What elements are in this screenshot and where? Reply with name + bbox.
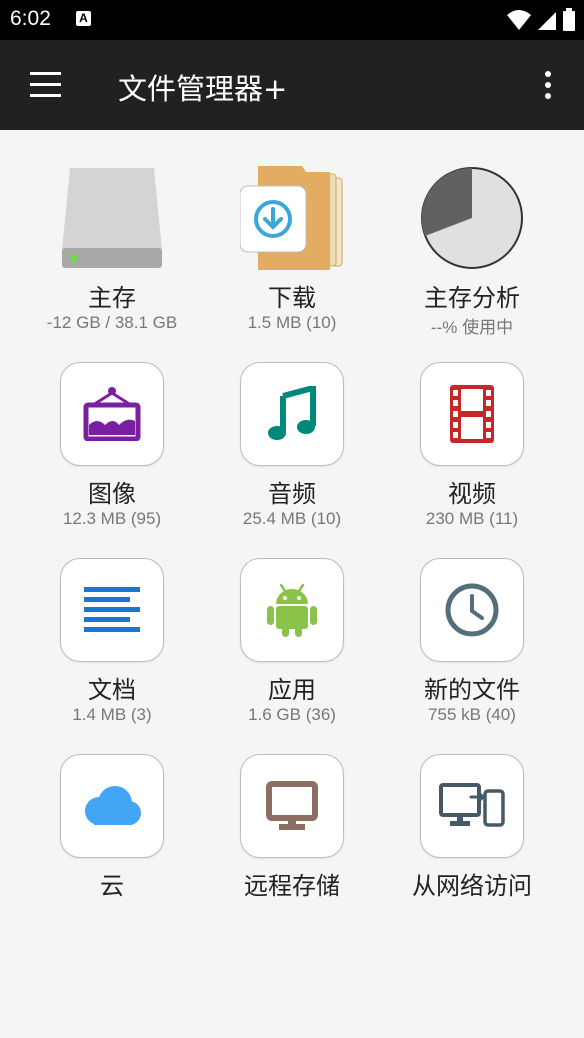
- tile-label: 主存: [88, 284, 136, 312]
- tile-icon-box: [60, 362, 164, 466]
- tile-network-access[interactable]: 从网络访问: [382, 718, 562, 900]
- tile-cloud[interactable]: 云: [22, 718, 202, 900]
- tile-label: 视频: [448, 480, 496, 508]
- music-note-icon: [268, 386, 316, 440]
- tile-icon-box: [240, 754, 344, 858]
- wifi-icon: [507, 10, 531, 30]
- tile-label: 图像: [88, 480, 136, 508]
- tile-label: 远程存储: [244, 872, 340, 900]
- tile-video[interactable]: 视频 230 MB (11): [382, 326, 562, 528]
- clock-icon: [445, 583, 499, 637]
- tile-label: 下载: [268, 284, 316, 312]
- tile-icon-box: [60, 754, 164, 858]
- tile-remote-storage[interactable]: 远程存储: [202, 718, 382, 900]
- tile-apps[interactable]: 应用 1.6 GB (36): [202, 522, 382, 724]
- menu-button[interactable]: [22, 65, 68, 105]
- battery-icon: [563, 8, 575, 31]
- status-bar: 6:02 A: [0, 0, 584, 40]
- tile-label: 音频: [268, 480, 316, 508]
- film-strip-icon: [450, 385, 494, 443]
- tile-label: 主存分析: [424, 284, 520, 312]
- tile-label: 文档: [88, 676, 136, 704]
- tile-label: 新的文件: [424, 676, 520, 704]
- tile-icon-box: [60, 558, 164, 662]
- document-lines-icon: [84, 587, 140, 632]
- notification-badge: A: [76, 11, 91, 26]
- tile-icon-box: [240, 362, 344, 466]
- tile-downloads[interactable]: 下载 1.5 MB (10): [202, 130, 382, 332]
- tile-label: 云: [100, 872, 124, 900]
- hard-drive-icon: [60, 166, 164, 270]
- tile-label: 应用: [268, 676, 316, 704]
- tile-audio[interactable]: 音频 25.4 MB (10): [202, 326, 382, 528]
- tile-icon-box: [420, 362, 524, 466]
- tile-label: 从网络访问: [412, 872, 532, 900]
- app-title: 文件管理器+: [118, 72, 288, 106]
- tile-icon-box: [420, 754, 524, 858]
- pie-chart-icon: [420, 166, 524, 270]
- tile-primary-storage[interactable]: 主存 -12 GB / 38.1 GB: [22, 130, 202, 332]
- tile-storage-analysis[interactable]: 主存分析 --% 使用中: [382, 130, 562, 337]
- monitor-icon: [266, 781, 318, 830]
- status-icons: [506, 7, 576, 33]
- app-bar: 文件管理器+: [0, 40, 584, 130]
- more-options-button[interactable]: [534, 64, 562, 106]
- signal-icon: [538, 12, 556, 30]
- tile-documents[interactable]: 文档 1.4 MB (3): [22, 522, 202, 724]
- status-time: 6:02: [10, 7, 51, 30]
- image-frame-icon: [83, 387, 141, 441]
- tile-icon-box: [420, 558, 524, 662]
- tile-recent-files[interactable]: 新的文件 755 kB (40): [382, 522, 562, 724]
- download-folder-icon: [239, 166, 344, 270]
- tile-icon-box: [240, 558, 344, 662]
- android-icon: [267, 583, 317, 637]
- cloud-icon: [85, 786, 141, 825]
- tile-images[interactable]: 图像 12.3 MB (95): [22, 326, 202, 528]
- network-devices-icon: [439, 783, 505, 827]
